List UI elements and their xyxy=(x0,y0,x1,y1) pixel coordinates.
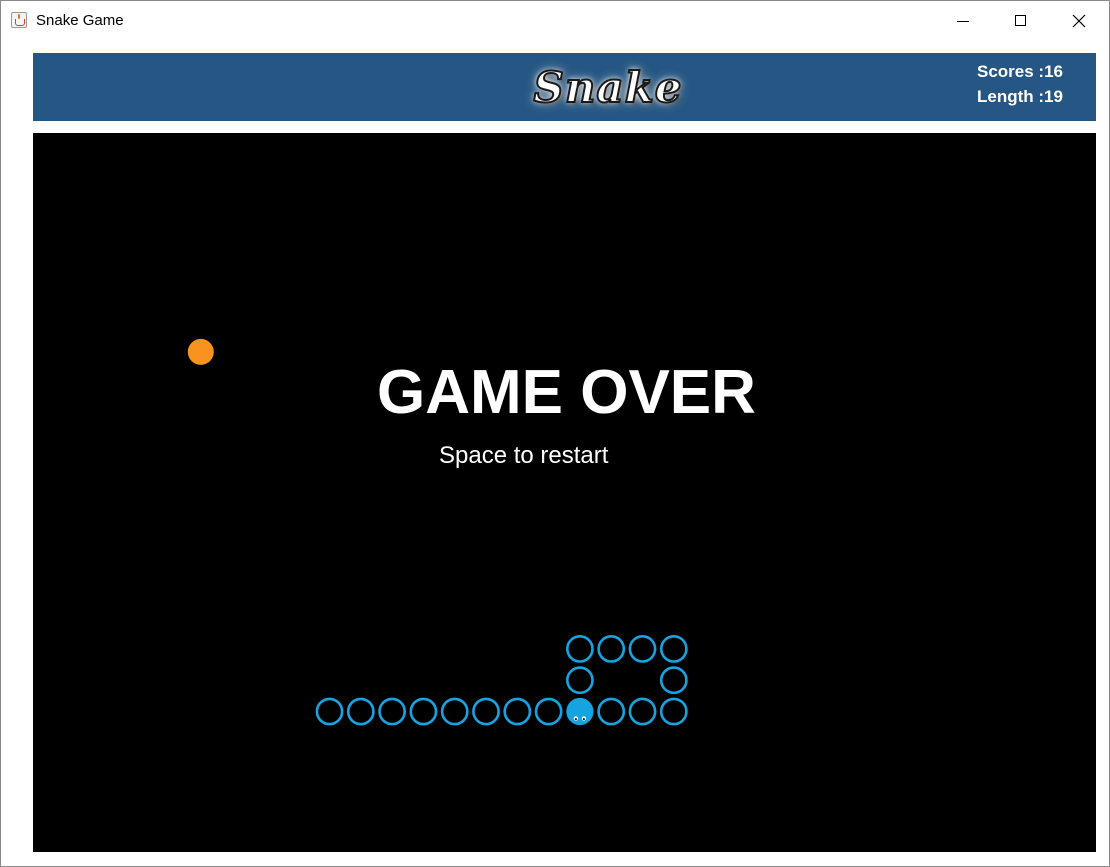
snake-body-segment xyxy=(597,697,626,726)
snake-body-segment xyxy=(378,697,407,726)
snake-pupil xyxy=(574,718,577,721)
minimize-icon xyxy=(957,21,969,22)
restart-hint: Space to restart xyxy=(439,442,609,469)
snake-body-segment xyxy=(346,697,375,726)
scores-label: Scores :16 xyxy=(977,62,1063,81)
snake-layer xyxy=(187,338,688,726)
maximize-icon xyxy=(1015,15,1026,26)
app-window: Snake Game Snake Scores :16 Length :19 G… xyxy=(0,0,1110,867)
food-pellet xyxy=(187,338,214,365)
game-board[interactable]: GAME OVER Space to restart xyxy=(33,133,1096,852)
length-label: Length :19 xyxy=(977,87,1063,106)
snake-body-segment xyxy=(566,666,594,695)
logo-text: Snake xyxy=(533,62,683,113)
minimize-button[interactable] xyxy=(934,1,992,41)
maximize-button[interactable] xyxy=(992,1,1050,41)
window-title: Snake Game xyxy=(36,12,124,29)
snake-body-segment xyxy=(628,635,657,663)
java-cup-icon xyxy=(11,12,27,28)
close-button[interactable] xyxy=(1050,1,1108,41)
snake-body-segment xyxy=(628,697,657,726)
snake-head xyxy=(566,697,594,726)
snake-pupil xyxy=(582,718,585,721)
snake-body-segment xyxy=(440,697,469,726)
snake-body-segment xyxy=(315,697,344,726)
snake-body-segment xyxy=(659,666,688,695)
snake-body-segment xyxy=(659,635,688,663)
title-bar[interactable]: Snake Game xyxy=(1,1,1109,41)
score-panel: Scores :16 Length :19 xyxy=(977,59,1063,109)
game-over-text: GAME OVER xyxy=(377,358,756,427)
snake-body-segment xyxy=(409,697,438,726)
snake-body-segment xyxy=(534,697,563,726)
close-icon xyxy=(1072,14,1086,28)
game-header: Snake Scores :16 Length :19 xyxy=(33,53,1096,121)
snake-body-segment xyxy=(597,635,626,663)
snake-body-segment xyxy=(566,635,594,663)
snake-body-segment xyxy=(472,697,500,726)
snake-body-segment xyxy=(659,697,688,726)
snake-logo: Snake xyxy=(513,57,703,117)
snake-body-segment xyxy=(503,697,532,726)
